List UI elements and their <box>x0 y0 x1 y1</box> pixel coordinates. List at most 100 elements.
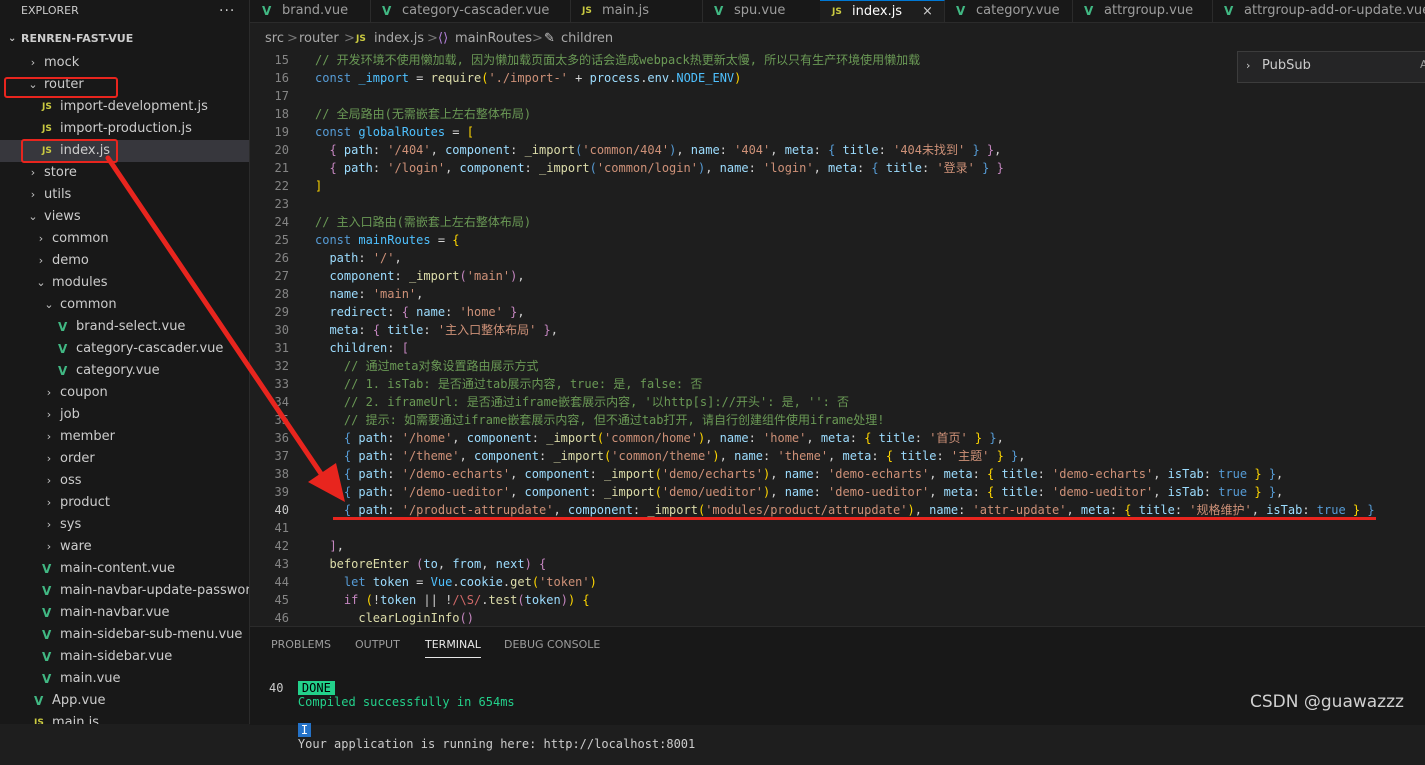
tab-attrgroup-add-or-update-vue[interactable]: Vattrgroup-add-or-update.vue <box>1212 0 1425 22</box>
code-text: clearLoginInfo() <box>315 609 474 626</box>
code-line-24: 24 // 主入口路由(需嵌套上左右整体布局) <box>250 213 1425 231</box>
code-token: : <box>921 161 937 175</box>
tree-item-import-development-js[interactable]: JS import-development.js <box>0 96 249 118</box>
tree-item-main-sidebar-vue[interactable]: Vmain-sidebar.vue <box>0 646 249 668</box>
tree-item-label: category.vue <box>76 363 160 378</box>
tree-item-app-vue[interactable]: V App.vue <box>0 690 249 712</box>
code-token: component <box>473 449 539 463</box>
tree-item-main-navbar-vue[interactable]: Vmain-navbar.vue <box>0 602 249 624</box>
tree-item-member[interactable]: › member <box>0 426 249 448</box>
tab-attrgroup-vue[interactable]: Vattrgroup.vue <box>1072 0 1213 22</box>
tab-terminal[interactable]: TERMINAL <box>425 638 481 658</box>
code-token: '404' <box>734 143 771 157</box>
code-token: } <box>536 323 551 337</box>
tree-item-views[interactable]: ⌄ views <box>0 206 249 228</box>
code-token: + <box>567 71 590 85</box>
tree-item-label: member <box>60 429 115 444</box>
code-editor[interactable]: 15 // 开发环境不使用懒加载, 因为懒加载页面太多的话会造成webpack热更… <box>250 51 1425 626</box>
tab-spu-vue[interactable]: Vspu.vue <box>702 0 821 22</box>
tab-category-cascader-vue[interactable]: Vcategory-cascader.vue <box>370 0 571 22</box>
tree-item-demo[interactable]: › demo <box>0 250 249 272</box>
code-token: 'demo/ueditor' <box>661 485 763 499</box>
code-token: } <box>989 449 1004 463</box>
code-token: meta <box>329 323 359 337</box>
line-number: 34 <box>274 395 289 409</box>
code-token: : <box>763 449 778 463</box>
code-text: // 主入口路由(需嵌套上左右整体布局) <box>315 213 531 231</box>
terminal-line-2: 40 <box>269 681 284 695</box>
tree-item-category-cascader-vue[interactable]: Vcategory-cascader.vue <box>0 338 249 360</box>
code-token: } <box>979 143 995 157</box>
tab-label: attrgroup.vue <box>1104 3 1194 18</box>
code-token: _import <box>539 161 590 175</box>
chevron-right-icon: › <box>30 56 36 69</box>
tree-item-import-production-js[interactable]: JS import-production.js <box>0 118 249 140</box>
breadcrumb-index-js[interactable]: index.js <box>374 28 424 50</box>
code-token: component <box>466 431 532 445</box>
code-token: { <box>343 485 359 499</box>
tab-index-js[interactable]: JS index.js × <box>820 0 945 22</box>
tree-item-sys[interactable]: › sys <box>0 514 249 536</box>
tree-item-common[interactable]: › common <box>0 228 249 250</box>
tree-item-brand-select-vue[interactable]: Vbrand-select.vue <box>0 316 249 338</box>
code-line-20: 20 { path: '/404', component: _import('c… <box>250 141 1425 159</box>
close-icon[interactable]: × <box>922 1 933 22</box>
more-actions-icon[interactable]: ··· <box>219 0 235 22</box>
tab-brand-vue[interactable]: Vbrand.vue <box>250 0 371 22</box>
project-folder[interactable]: ⌄ RENREN-FAST-VUE <box>0 28 249 50</box>
code-token: : <box>387 449 402 463</box>
line-number: 32 <box>274 359 289 373</box>
vue-file-icon: V <box>1224 4 1234 18</box>
tree-item-job[interactable]: › job <box>0 404 249 426</box>
tree-item-mock[interactable]: › mock <box>0 52 249 74</box>
tab-category-vue[interactable]: Vcategory.vue <box>944 0 1073 22</box>
tree-item-coupon[interactable]: › coupon <box>0 382 249 404</box>
tab-debug-console[interactable]: DEBUG CONSOLE <box>504 638 600 651</box>
code-token: redirect <box>329 305 388 319</box>
tab-label: category.vue <box>976 3 1060 18</box>
tree-item-store[interactable]: › store <box>0 162 249 184</box>
code-line-46: 46 clearLoginInfo() <box>250 609 1425 626</box>
code-token: } <box>1247 485 1262 499</box>
code-token: , <box>929 485 944 499</box>
tree-item-order[interactable]: › order <box>0 448 249 470</box>
tree-item-label: main.vue <box>60 671 121 686</box>
tab-main-js[interactable]: JS main.js <box>570 0 703 22</box>
chevron-down-icon: ⌄ <box>36 276 46 289</box>
code-token: 'main' <box>372 287 417 301</box>
tree-item-main-sidebar-sub-menu-vue[interactable]: Vmain-sidebar-sub-menu.vue <box>0 624 249 646</box>
chevron-right-icon: › <box>46 452 52 465</box>
tree-item-main-vue[interactable]: Vmain.vue <box>0 668 249 690</box>
breadcrumb-mainroutes[interactable]: mainRoutes <box>455 28 532 50</box>
sticky-scroll-popup[interactable]: › PubSub A <box>1237 51 1425 83</box>
tree-item-oss[interactable]: › oss <box>0 470 249 492</box>
tree-item-main-navbar-update-passwor-[interactable]: Vmain-navbar-update-passwor... <box>0 580 249 602</box>
tree-item-category-vue[interactable]: Vcategory.vue <box>0 360 249 382</box>
code-line-26: 26 path: '/', <box>250 249 1425 267</box>
tree-item-common[interactable]: ⌄ common <box>0 294 249 316</box>
tree-item-main-content-vue[interactable]: Vmain-content.vue <box>0 558 249 580</box>
explorer-header: EXPLORER ··· <box>0 0 249 22</box>
variable-icon: ⟨⟩ <box>438 31 449 46</box>
breadcrumb-router[interactable]: router <box>299 28 339 50</box>
tree-item-utils[interactable]: › utils <box>0 184 249 206</box>
code-token: 'common/home' <box>604 431 698 445</box>
breadcrumb-children[interactable]: children <box>561 28 613 50</box>
code-token: , <box>770 467 785 481</box>
tree-item-label: views <box>44 209 81 224</box>
code-token: 'home' <box>763 431 807 445</box>
tree-item-main-js[interactable]: JS main.js <box>0 712 249 724</box>
code-token: ) <box>734 71 742 85</box>
tab-problems[interactable]: PROBLEMS <box>271 638 331 651</box>
tree-item-modules[interactable]: ⌄ modules <box>0 272 249 294</box>
breadcrumb-src[interactable]: src <box>265 28 284 50</box>
tree-item-ware[interactable]: › ware <box>0 536 249 558</box>
code-text: { path: '/theme', component: _import('co… <box>315 447 1026 465</box>
code-token: } <box>1261 467 1277 481</box>
code-token: : <box>387 503 402 517</box>
tree-item-product[interactable]: › product <box>0 492 249 514</box>
code-token: const <box>315 71 359 85</box>
tab-output[interactable]: OUTPUT <box>355 638 400 651</box>
